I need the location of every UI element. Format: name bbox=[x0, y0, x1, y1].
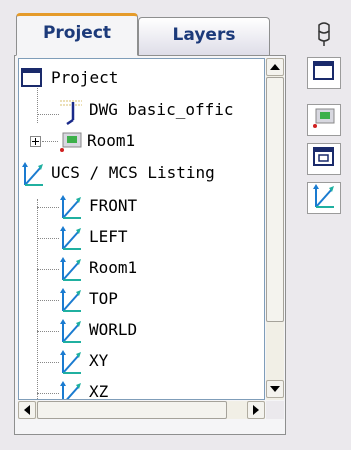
ucs-axes-icon bbox=[59, 349, 83, 375]
ucs-axes-icon bbox=[59, 380, 83, 399]
tree-item-label: DWG basic_offic bbox=[89, 100, 234, 119]
tree-item-label: WORLD bbox=[89, 320, 138, 339]
expand-plus-icon[interactable] bbox=[30, 136, 41, 147]
project-frame-icon bbox=[313, 61, 335, 85]
tree-item-label: Project bbox=[51, 68, 119, 87]
project-frame-icon bbox=[21, 68, 45, 94]
frame-view-button[interactable] bbox=[307, 143, 341, 175]
ucs-axes-icon bbox=[59, 256, 83, 282]
horizontal-scrollbar[interactable] bbox=[18, 401, 265, 419]
tree-item-ucs-xy[interactable]: XY bbox=[19, 347, 259, 377]
tree-item-ucs-xz[interactable]: XZ bbox=[19, 378, 259, 400]
ucs-axes-icon bbox=[59, 287, 83, 313]
tree-item-label: UCS / MCS Listing bbox=[51, 163, 215, 182]
tree-item-ucs-left[interactable]: LEFT bbox=[19, 223, 259, 253]
scroll-right-button[interactable] bbox=[247, 401, 265, 419]
tree-item-ucs-front[interactable]: FRONT bbox=[19, 192, 259, 222]
tree-item-ucs-room1[interactable]: Room1 bbox=[19, 254, 259, 284]
project-tree: Project DWG basic_offic Room1 UCS / MCS … bbox=[18, 58, 265, 400]
tree-item-dwg[interactable]: DWG basic_offic bbox=[19, 96, 259, 126]
scroll-left-button[interactable] bbox=[18, 401, 36, 419]
tree-item-room1[interactable]: Room1 bbox=[19, 127, 259, 157]
pin-button[interactable] bbox=[307, 20, 341, 52]
vertical-scrollbar[interactable] bbox=[266, 58, 284, 400]
dwg-pen-icon bbox=[59, 98, 83, 126]
room-view-button[interactable] bbox=[307, 104, 341, 136]
tree-item-ucs-top[interactable]: TOP bbox=[19, 285, 259, 315]
tree-item-project[interactable]: Project bbox=[19, 64, 259, 94]
tree-item-label: Room1 bbox=[89, 258, 138, 277]
horizontal-scroll-thumb[interactable] bbox=[37, 401, 227, 419]
scroll-up-button[interactable] bbox=[266, 58, 284, 76]
tab-layers[interactable]: Layers bbox=[138, 17, 270, 55]
tab-bar: Project Layers bbox=[14, 13, 286, 56]
arrow-right-icon bbox=[253, 405, 259, 415]
tree-line bbox=[42, 141, 58, 142]
scroll-down-button[interactable] bbox=[266, 380, 284, 398]
room-icon bbox=[312, 107, 336, 133]
ucs-axes-icon bbox=[59, 194, 83, 220]
ucs-axes-icon bbox=[59, 318, 83, 344]
tree-item-label: FRONT bbox=[89, 196, 138, 215]
pin-icon bbox=[314, 21, 334, 51]
arrow-down-icon bbox=[270, 386, 280, 392]
ucs-axes-icon bbox=[21, 161, 45, 187]
ucs-view-button[interactable] bbox=[307, 182, 341, 214]
project-view-button[interactable] bbox=[307, 57, 341, 89]
vertical-scroll-thumb[interactable] bbox=[266, 77, 284, 322]
tree-item-label: LEFT bbox=[89, 227, 128, 246]
tree-item-ucs-listing[interactable]: UCS / MCS Listing bbox=[19, 159, 259, 189]
view-frame-icon bbox=[313, 147, 335, 171]
ucs-axes-icon bbox=[312, 183, 336, 213]
tree-item-ucs-world[interactable]: WORLD bbox=[19, 316, 259, 346]
tree-item-label: Room1 bbox=[87, 131, 136, 150]
scroll-corner bbox=[266, 401, 284, 419]
tree-item-label: TOP bbox=[89, 289, 118, 308]
project-panel: Project DWG basic_offic Room1 UCS / MCS … bbox=[14, 55, 286, 435]
tree-item-label: XZ bbox=[89, 382, 109, 400]
tab-project[interactable]: Project bbox=[16, 13, 138, 56]
tree-item-label: XY bbox=[89, 351, 109, 370]
arrow-up-icon bbox=[270, 64, 280, 70]
tab-bar-edge bbox=[269, 25, 279, 55]
room-icon bbox=[59, 131, 83, 157]
ucs-axes-icon bbox=[59, 225, 83, 251]
arrow-left-icon bbox=[24, 405, 30, 415]
